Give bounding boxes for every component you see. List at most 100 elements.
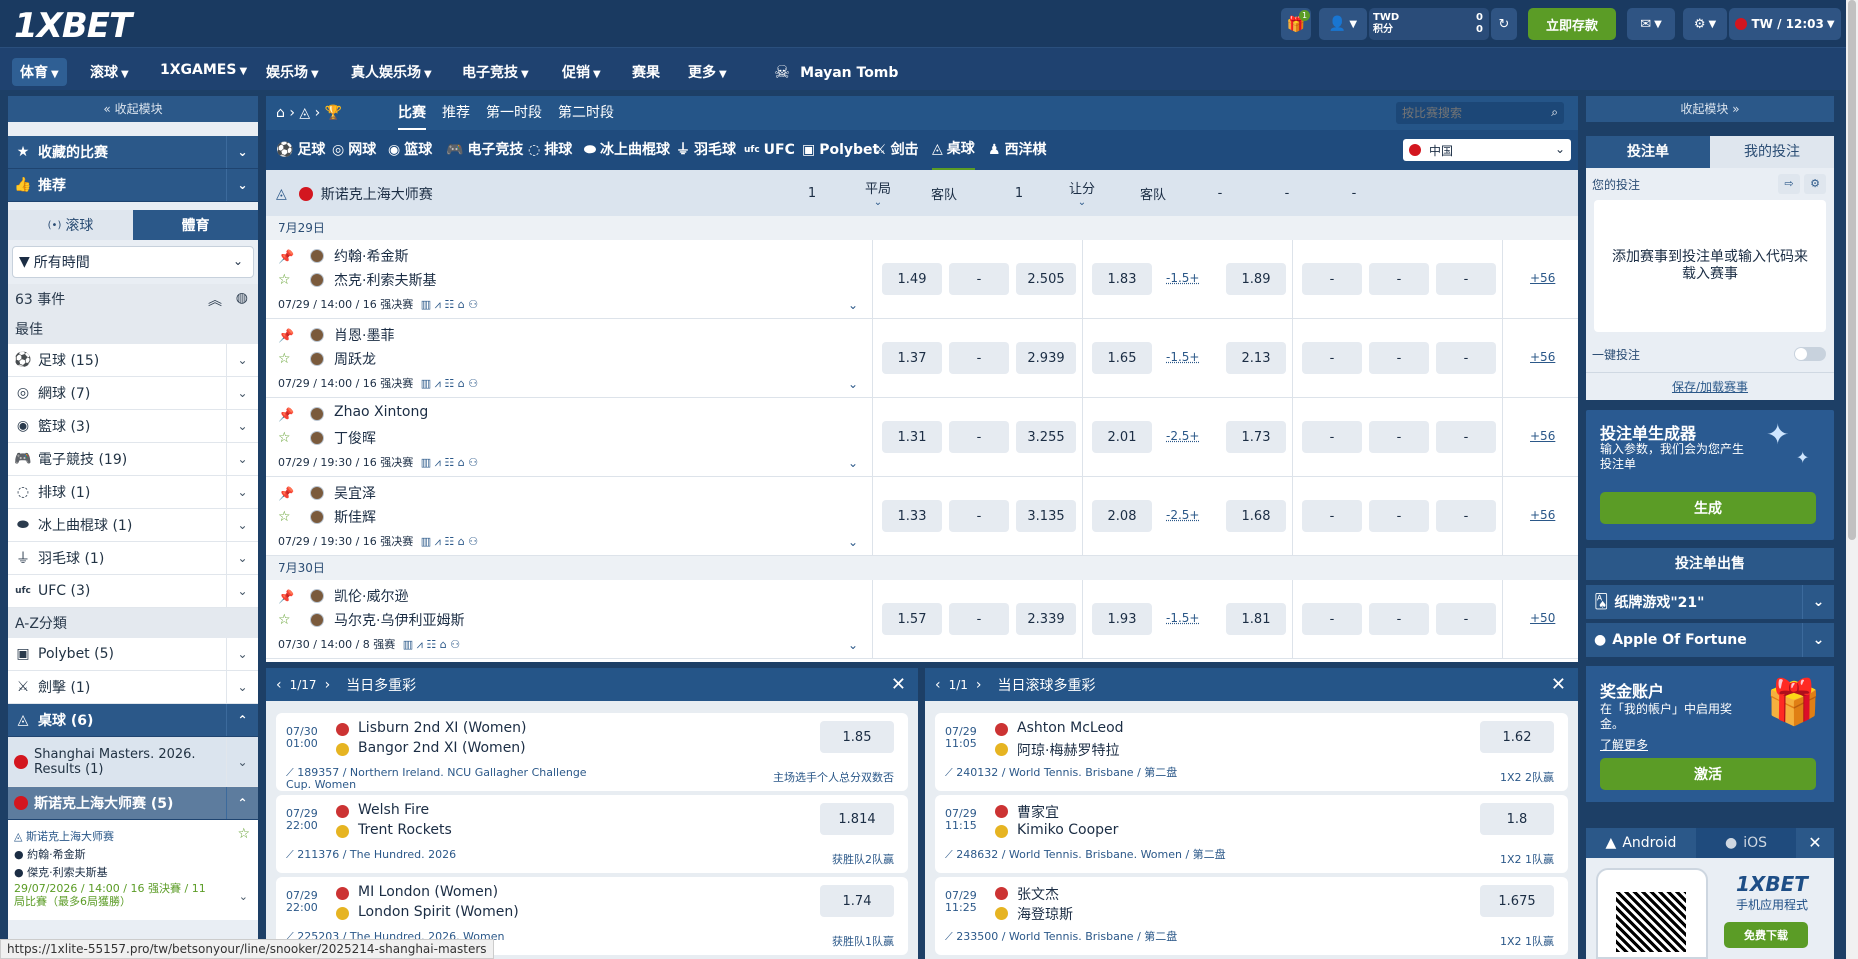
sidebar-item-ufc[interactable]: ufc UFC (3) ⌄ bbox=[8, 575, 258, 608]
odd-button[interactable]: 1.85 bbox=[820, 721, 894, 753]
gear-icon[interactable]: ⚙ bbox=[1804, 174, 1826, 194]
learn-more-link[interactable]: 了解更多 bbox=[1600, 736, 1648, 753]
nav-promo-game[interactable]: ☠ Mayan Tomb bbox=[766, 58, 906, 87]
time-filter-select[interactable]: ▼ 所有時間 ⌄ bbox=[12, 246, 254, 278]
chevron-down-icon[interactable]: ⌄ bbox=[848, 535, 858, 549]
gift-button[interactable]: 🎁 1 bbox=[1281, 8, 1311, 40]
odd-button[interactable]: 1.33 bbox=[882, 500, 942, 532]
nav-sports[interactable]: 体育 ▼ bbox=[12, 58, 67, 86]
balance-box[interactable]: TWD 积分 0 0 bbox=[1369, 8, 1489, 40]
odd-button[interactable]: - bbox=[1302, 421, 1362, 453]
player-1[interactable]: 肖恩·墨菲 bbox=[334, 325, 394, 345]
odd-button[interactable]: 2.08 bbox=[1092, 500, 1152, 532]
sport-esports[interactable]: 🎮 电子竞技 bbox=[446, 130, 523, 170]
more-markets-link[interactable]: +56 bbox=[1530, 271, 1555, 285]
odd-button[interactable]: - bbox=[949, 500, 1009, 532]
region-select[interactable]: 中国 ⌄ bbox=[1403, 139, 1571, 161]
star-outline-icon[interactable]: ☆ bbox=[278, 612, 291, 628]
nav-promo[interactable]: 促销 ▼ bbox=[554, 58, 609, 86]
acca-card[interactable]: 07/29 11:25 张文杰 海登琼斯 1.675 ⟋ 233500 / Wo… bbox=[935, 877, 1568, 955]
player-2[interactable]: 杰克·利索夫斯基 bbox=[334, 270, 436, 290]
next-arrow-icon[interactable]: › bbox=[325, 677, 331, 693]
player-1[interactable]: 凯伦·威尔逊 bbox=[334, 586, 408, 606]
odd-button[interactable]: - bbox=[1369, 263, 1429, 295]
sidebar-item-tennis[interactable]: ◎ 網球 (7) ⌄ bbox=[8, 377, 258, 410]
col-draw[interactable]: 平局 ⌄ bbox=[848, 170, 908, 216]
nav-results[interactable]: 赛果 bbox=[624, 58, 668, 86]
refresh-button[interactable]: ↻ bbox=[1491, 8, 1517, 40]
odd-button[interactable]: 1.37 bbox=[882, 342, 942, 374]
tab-betslip[interactable]: 投注单 bbox=[1586, 136, 1710, 168]
tab-ios[interactable]: ● iOS bbox=[1696, 828, 1796, 858]
close-icon[interactable]: ✕ bbox=[1551, 674, 1566, 695]
sport-badminton[interactable]: ⏚ 羽毛球 bbox=[676, 130, 736, 170]
match-row[interactable]: 📌 ☆ Zhao Xintong 丁俊晖 07/29 / 19:30 / 16 … bbox=[266, 398, 1578, 477]
sport-volleyball[interactable]: ◌ 排球 bbox=[528, 130, 572, 170]
activate-button[interactable]: 激活 bbox=[1600, 758, 1816, 790]
nav-more[interactable]: 更多 ▼ bbox=[680, 58, 735, 86]
tab-matches[interactable]: 比赛 bbox=[398, 96, 426, 130]
messages-button[interactable]: ✉ ▼ bbox=[1627, 8, 1675, 40]
odd-button[interactable]: - bbox=[1436, 342, 1496, 374]
sport-hockey[interactable]: ⬬ 冰上曲棍球 bbox=[584, 130, 670, 170]
nav-casino[interactable]: 娱乐场 ▼ bbox=[258, 58, 327, 86]
nav-live[interactable]: 滚球 ▼ bbox=[82, 58, 137, 86]
prev-arrow-icon[interactable]: ‹ bbox=[276, 677, 282, 693]
next-arrow-icon[interactable]: › bbox=[976, 677, 982, 693]
star-outline-icon[interactable]: ☆ bbox=[237, 826, 250, 842]
pin-icon[interactable]: 📌 bbox=[278, 250, 294, 265]
language-time-button[interactable]: TW / 12:03 ▼ bbox=[1729, 8, 1841, 40]
col-handicap[interactable]: 让分 ⌄ bbox=[1052, 170, 1112, 216]
odd-button[interactable]: 1.57 bbox=[882, 603, 942, 635]
player-2[interactable]: 斯佳辉 bbox=[334, 507, 376, 527]
sport-polybet[interactable]: ▣ Polybet bbox=[802, 130, 879, 170]
odd-button[interactable]: 1.49 bbox=[882, 263, 942, 295]
close-icon[interactable]: ✕ bbox=[891, 674, 906, 695]
odd-button[interactable]: - bbox=[1436, 603, 1496, 635]
save-load-link[interactable]: 保存/加载赛事 bbox=[1586, 378, 1834, 395]
odd-button[interactable]: 1.814 bbox=[820, 803, 894, 835]
handicap-value[interactable]: -1.5+ bbox=[1166, 271, 1199, 285]
sidebar-item-snooker-master[interactable]: 斯诺克上海大师赛 (5) ⌃ bbox=[8, 787, 258, 820]
handicap-value[interactable]: -1.5+ bbox=[1166, 611, 1199, 625]
odd-button[interactable]: - bbox=[1302, 500, 1362, 532]
sport-basketball[interactable]: ◉ 篮球 bbox=[388, 130, 432, 170]
sidebar-item-badminton[interactable]: ⏚ 羽毛球 (1) ⌄ bbox=[8, 542, 258, 575]
close-icon[interactable]: ✕ bbox=[1796, 828, 1834, 858]
tab-sports[interactable]: 體育 bbox=[133, 210, 258, 240]
pin-icon[interactable]: 📌 bbox=[278, 408, 294, 423]
tab-second-period[interactable]: 第二时段 bbox=[558, 96, 614, 130]
match-row[interactable]: 📌 ☆ 肖恩·墨菲 周跃龙 07/29 / 14:00 / 16 强决赛 ▥ ⩘… bbox=[266, 319, 1578, 398]
nav-1xgames[interactable]: 1XGAMES ▼ bbox=[152, 58, 255, 82]
tab-recommended[interactable]: 推荐 bbox=[442, 96, 470, 130]
apple-fortune-row[interactable]: ● Apple Of Fortune ⌄ bbox=[1586, 623, 1834, 657]
search-icon[interactable]: ⌕ bbox=[1551, 105, 1558, 120]
chevron-down-icon[interactable]: ⌄ bbox=[239, 890, 248, 903]
odd-button[interactable]: 1.675 bbox=[1480, 885, 1554, 917]
account-button[interactable]: 👤 ▼ bbox=[1319, 8, 1367, 40]
more-markets-link[interactable]: +56 bbox=[1530, 350, 1555, 364]
odd-button[interactable]: - bbox=[949, 421, 1009, 453]
acca-card[interactable]: 07/29 22:00 Welsh Fire Trent Rockets 1.8… bbox=[276, 795, 908, 873]
sport-ufc[interactable]: ufc UFC bbox=[744, 130, 795, 170]
odd-button[interactable]: 1.31 bbox=[882, 421, 942, 453]
odd-button[interactable]: - bbox=[1369, 603, 1429, 635]
odd-button[interactable]: - bbox=[1436, 421, 1496, 453]
player-1[interactable]: 吴宜泽 bbox=[334, 483, 376, 503]
odd-button[interactable]: - bbox=[1369, 421, 1429, 453]
odd-button[interactable]: 2.939 bbox=[1016, 342, 1076, 374]
star-outline-icon[interactable]: ☆ bbox=[278, 351, 291, 367]
acca-card[interactable]: 07/29 11:15 曹家宜 Kimiko Cooper 1.8 ⟋ 2486… bbox=[935, 795, 1568, 873]
odd-button[interactable]: 2.505 bbox=[1016, 263, 1076, 295]
odd-button[interactable]: 2.13 bbox=[1226, 342, 1286, 374]
match-row[interactable]: 📌 ☆ 吴宜泽 斯佳辉 07/29 / 19:30 / 16 强决赛 ▥ ⩘ ☷… bbox=[266, 477, 1578, 556]
sport-football[interactable]: ⚽ 足球 bbox=[276, 130, 325, 170]
handicap-value[interactable]: -2.5+ bbox=[1166, 429, 1199, 443]
pin-icon[interactable]: 📌 bbox=[278, 590, 294, 605]
tab-android[interactable]: ▲ Android bbox=[1586, 828, 1696, 858]
star-outline-icon[interactable]: ☆ bbox=[278, 272, 291, 288]
player-2[interactable]: 马尔克·乌伊利亚姆斯 bbox=[334, 610, 464, 630]
sidebar-item-snooker[interactable]: ◬ 桌球 (6) ⌃ bbox=[8, 704, 258, 737]
pin-icon[interactable]: 📌 bbox=[278, 487, 294, 502]
odd-button[interactable]: - bbox=[949, 263, 1009, 295]
